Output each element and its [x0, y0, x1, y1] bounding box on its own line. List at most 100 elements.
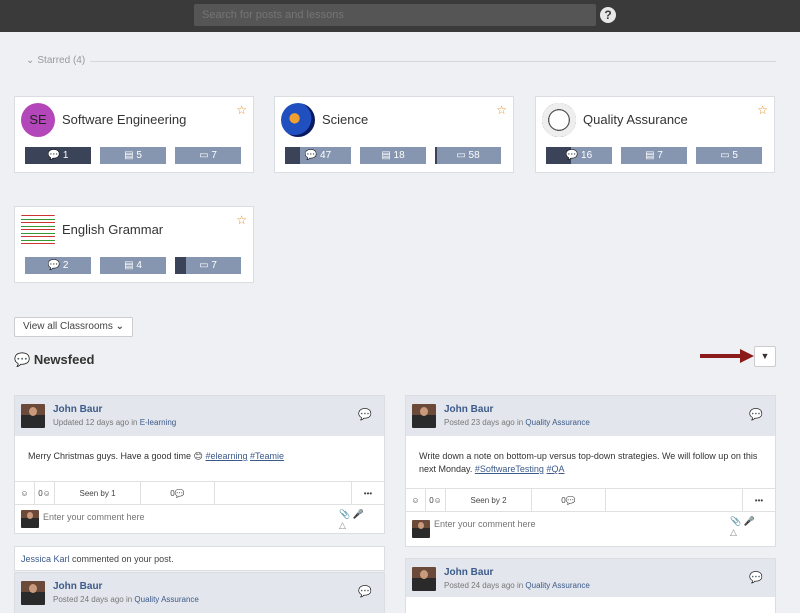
post-actions: ☺ 0 ☺ Seen by 2 0 💬 ••• [406, 488, 775, 512]
star-icon[interactable]: ☆ [757, 103, 768, 117]
post-author[interactable]: John Baur [53, 581, 102, 592]
hashtag-link[interactable]: #elearning [205, 451, 247, 461]
drive-icon[interactable]: △ [339, 520, 346, 530]
classroom-title[interactable]: Quality Assurance [583, 112, 688, 127]
avatar[interactable] [21, 581, 45, 605]
help-icon[interactable]: ? [600, 7, 616, 23]
post-meta: Posted 24 days ago in Quality Assurance [53, 595, 199, 604]
hashtag-link[interactable]: #SoftwareTesting [475, 464, 544, 474]
items-stat[interactable]: ▭ 7 [175, 147, 241, 164]
filter-icon: ▼ [760, 351, 770, 361]
chat-icon[interactable]: 💬 [358, 408, 372, 421]
star-icon[interactable]: ☆ [496, 103, 507, 117]
post-card: John Baur Posted 24 days ago in Quality … [405, 558, 776, 613]
starred-label: Starred (4) [37, 55, 86, 66]
drive-icon[interactable]: △ [730, 527, 737, 537]
classroom-card[interactable]: SE Software Engineering ☆ 💬 1 ▤ 5 ▭ 7 [14, 96, 254, 173]
more-options-icon[interactable]: ••• [352, 482, 384, 504]
more-options-icon[interactable]: ••• [743, 489, 775, 511]
post-actions: ☺ 0 ☺ Seen by 1 0 💬 ••• [15, 481, 384, 505]
star-icon[interactable]: ☆ [236, 213, 247, 227]
chat-icon[interactable]: 💬 [358, 585, 372, 598]
post-header: John Baur Posted 24 days ago in Quality … [406, 559, 775, 597]
notification-bar: Jessica Karl commented on your post. [14, 546, 385, 571]
chevron-down-icon: ⌄ [115, 321, 125, 332]
reaction-count: 0 ☺ [426, 489, 446, 511]
attachment-icon[interactable]: 📎 [339, 509, 350, 519]
star-icon[interactable]: ☆ [236, 103, 247, 117]
seen-by[interactable]: Seen by 1 [55, 482, 141, 504]
post-meta: Posted 24 days ago in Quality Assurance [444, 581, 590, 590]
items-stat[interactable]: ▭ 5 [696, 147, 762, 164]
post-classroom-link[interactable]: Quality Assurance [525, 581, 589, 590]
post-card: John Baur Updated 12 days ago in E-learn… [14, 395, 385, 534]
avatar[interactable] [21, 404, 45, 428]
emoji-icon[interactable]: ☺ [15, 482, 35, 504]
comment-input[interactable] [43, 510, 323, 524]
posts-stat[interactable]: 💬 2 [25, 257, 91, 274]
classroom-title[interactable]: English Grammar [62, 222, 163, 237]
hashtag-link[interactable]: #Teamie [250, 451, 284, 461]
chat-icon[interactable]: 💬 [749, 571, 763, 584]
posts-stat[interactable]: 💬 16 [546, 147, 612, 164]
lessons-stat[interactable]: ▤ 7 [621, 147, 687, 164]
post-classroom-link[interactable]: Quality Assurance [134, 595, 198, 604]
classroom-logo [21, 213, 55, 247]
comment-box: 📎 🎤 △ [406, 512, 775, 546]
lessons-stat[interactable]: ▤ 4 [100, 257, 166, 274]
microphone-icon[interactable]: 🎤 [744, 516, 755, 526]
filter-button[interactable]: ▼ [754, 346, 776, 367]
classroom-card[interactable]: English Grammar ☆ 💬 2 ▤ 4 ▭ 7 [14, 206, 254, 283]
attachment-icon[interactable]: 📎 [730, 516, 741, 526]
post-card: John Baur Posted 24 days ago in Quality … [14, 572, 385, 613]
avatar [21, 510, 39, 528]
classroom-card[interactable]: Quality Assurance ☆ 💬 16 ▤ 7 ▭ 5 [535, 96, 775, 173]
post-author[interactable]: John Baur [444, 567, 493, 578]
posts-stat[interactable]: 💬 1 [25, 147, 91, 164]
top-bar: ? [0, 0, 800, 32]
chat-icon[interactable]: 💬 [749, 408, 763, 421]
post-author[interactable]: John Baur [53, 404, 102, 415]
classroom-title[interactable]: Software Engineering [62, 112, 186, 127]
emoji-icon[interactable]: ☺ [406, 489, 426, 511]
post-classroom-link[interactable]: E-learning [140, 418, 176, 427]
post-card: John Baur Posted 23 days ago in Quality … [405, 395, 776, 547]
notification-text: commented on your post. [72, 554, 174, 564]
comment-tools: 📎 🎤 △ [730, 516, 755, 538]
notification-user-link[interactable]: Jessica Karl [21, 554, 70, 564]
view-all-classrooms-button[interactable]: View all Classrooms ⌄ [14, 317, 134, 337]
comment-tools: 📎 🎤 △ [339, 509, 364, 531]
divider [90, 61, 776, 62]
comment-count[interactable]: 0 💬 [141, 482, 215, 504]
avatar[interactable] [412, 567, 436, 591]
classroom-card[interactable]: Science ☆ 💬 47 ▤ 18 ▭ 58 [274, 96, 514, 173]
post-author[interactable]: John Baur [444, 404, 493, 415]
post-body: Write down a note on bottom-up versus to… [419, 451, 758, 474]
avatar [412, 520, 430, 538]
posts-stat[interactable]: 💬 47 [285, 147, 351, 164]
comment-box: 📎 🎤 △ [15, 505, 384, 533]
lessons-stat[interactable]: ▤ 5 [100, 147, 166, 164]
post-header: John Baur Updated 12 days ago in E-learn… [15, 396, 384, 436]
comment-input[interactable] [434, 517, 714, 531]
chevron-down-icon: ⌄ [26, 55, 35, 66]
post-body: Merry Christmas guys. Have a good time 😊… [28, 451, 285, 461]
starred-toggle[interactable]: ⌄ Starred (4) [26, 55, 85, 66]
microphone-icon[interactable]: 🎤 [353, 509, 364, 519]
post-meta: Updated 12 days ago in E-learning [53, 418, 177, 427]
classroom-title[interactable]: Science [322, 112, 368, 127]
avatar[interactable] [412, 404, 436, 428]
hashtag-link[interactable]: #QA [546, 464, 564, 474]
comments-icon: 💬 [14, 352, 31, 367]
search-input[interactable] [194, 4, 596, 26]
post-classroom-link[interactable]: Quality Assurance [525, 418, 589, 427]
reaction-count: 0 ☺ [35, 482, 55, 504]
post-header: John Baur Posted 24 days ago in Quality … [15, 573, 384, 613]
comment-count[interactable]: 0 💬 [532, 489, 606, 511]
post-meta: Posted 23 days ago in Quality Assurance [444, 418, 590, 427]
seen-by[interactable]: Seen by 2 [446, 489, 532, 511]
lessons-stat[interactable]: ▤ 18 [360, 147, 426, 164]
items-stat[interactable]: ▭ 58 [435, 147, 501, 164]
items-stat[interactable]: ▭ 7 [175, 257, 241, 274]
classroom-logo [281, 103, 315, 137]
